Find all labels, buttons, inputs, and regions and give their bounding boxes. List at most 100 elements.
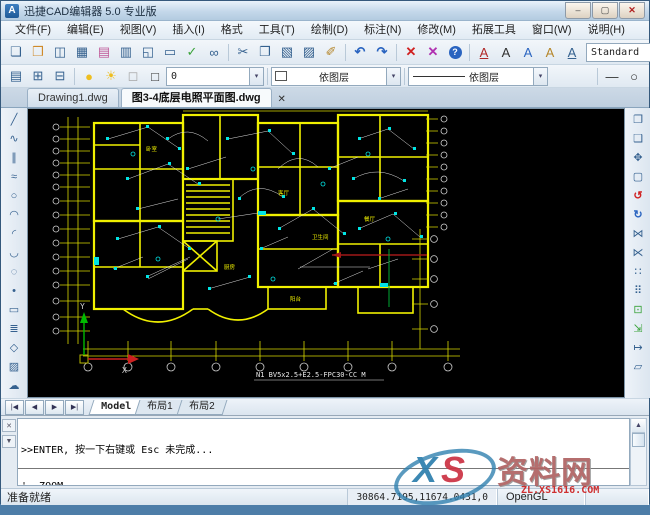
mtext-edit-button[interactable]: A [495, 42, 517, 63]
plot-button[interactable]: ▥ [115, 42, 137, 63]
text-style-button[interactable]: A [473, 42, 495, 63]
cut-button[interactable]: ✂ [232, 42, 254, 63]
tab-layout2[interactable]: 布局2 [176, 400, 226, 415]
revision-cloud-button[interactable]: ☁ [3, 376, 25, 395]
mtext-button[interactable]: ≣ [3, 319, 25, 338]
copy-object-button[interactable]: ❐ [627, 110, 649, 129]
menu-view[interactable]: 视图(V) [112, 21, 165, 39]
layer-properties-button[interactable]: ▤ [5, 66, 27, 87]
tab-drawing1[interactable]: Drawing1.dwg [27, 88, 119, 107]
polyline-button[interactable]: ∿ [3, 129, 25, 148]
rectangle-button[interactable]: ▭ [3, 300, 25, 319]
stretch-button[interactable]: ⇲ [627, 319, 649, 338]
maximize-button[interactable]: ▢ [592, 2, 618, 19]
mirror-button[interactable]: ⋈ [627, 224, 649, 243]
menu-dimension[interactable]: 标注(N) [356, 21, 409, 39]
text-edit-button[interactable]: A [539, 42, 561, 63]
arc-button[interactable]: ◠ [3, 205, 25, 224]
text-align-button[interactable]: A [517, 42, 539, 63]
arc-3pt-button[interactable]: ◜ [3, 224, 25, 243]
format-painter-button[interactable]: ✐ [320, 42, 342, 63]
extend-button[interactable]: ↦ [627, 338, 649, 357]
line-button[interactable]: ╱ [3, 110, 25, 129]
layer-previous-button[interactable]: ⊟ [49, 66, 71, 87]
command-scrollbar[interactable]: ▲ [630, 418, 647, 486]
menu-tools[interactable]: 工具(T) [251, 21, 303, 39]
layer-on-button[interactable]: ● [78, 66, 100, 87]
tab-floorplan[interactable]: 图3-4底层电照平面图.dwg [121, 88, 272, 107]
copy-button[interactable]: ❐ [254, 42, 276, 63]
layer-combo[interactable]: 0 ▾ [166, 67, 264, 86]
sketch-button[interactable]: ≈ [3, 167, 25, 186]
menu-window[interactable]: 窗口(W) [524, 21, 580, 39]
circle-button[interactable]: ○ [3, 186, 25, 205]
circle-tool-button[interactable]: ○ [623, 66, 645, 87]
cad-canvas[interactable]: 卧室 客厅 厨房 卫生间 阳台 餐厅 [27, 108, 625, 398]
scroll-up-icon[interactable]: ▲ [632, 419, 645, 433]
array-polar-button[interactable]: ⠿ [627, 281, 649, 300]
arc-cse-button[interactable]: ◡ [3, 243, 25, 262]
save-button[interactable]: ◫ [49, 42, 71, 63]
tab-close-icon[interactable]: ✕ [276, 94, 288, 105]
purge-button[interactable]: ✕ [422, 42, 444, 63]
command-collapse-button[interactable]: ▼ [2, 435, 16, 448]
layer-properties-icon: ▤ [10, 68, 22, 84]
text-style-combo[interactable]: Standard [586, 43, 650, 62]
mirror-h-button[interactable]: ⋉ [627, 243, 649, 262]
spell-check-button[interactable]: ✓ [181, 42, 203, 63]
color-combo[interactable]: 依图层 ▾ [271, 67, 401, 86]
open-file-button[interactable]: ❒ [27, 42, 49, 63]
prev-layout-button[interactable]: ◀ [25, 400, 44, 415]
layer-color-button[interactable]: □ [144, 66, 166, 87]
print-preview-button[interactable]: ◱ [137, 42, 159, 63]
find-button[interactable]: ∞ [203, 42, 225, 63]
close-button[interactable]: ✕ [619, 2, 645, 19]
redo-button[interactable]: ↷ [371, 42, 393, 63]
paste-button[interactable]: ▧ [276, 42, 298, 63]
scroll-thumb[interactable] [632, 433, 645, 447]
command-history[interactable]: >>ENTER, 按一下右键或 Esc 未完成... '_.ZOOM Zoom:… [17, 418, 630, 486]
help-button[interactable]: ? [444, 42, 466, 63]
minimize-button[interactable]: – [565, 2, 591, 19]
page-setup-button[interactable]: ▭ [159, 42, 181, 63]
next-layout-button[interactable]: ▶ [45, 400, 64, 415]
rotate-button[interactable]: ↺ [627, 186, 649, 205]
new-file-button[interactable]: ❏ [5, 42, 27, 63]
move-button[interactable]: ✥ [627, 148, 649, 167]
hatch-button[interactable]: ▨ [3, 357, 25, 376]
menu-modify[interactable]: 修改(M) [409, 21, 464, 39]
menu-help[interactable]: 说明(H) [580, 21, 633, 39]
select-button[interactable]: ▢ [627, 167, 649, 186]
layer-states-button[interactable]: ⊞ [27, 66, 49, 87]
last-layout-button[interactable]: ▶| [65, 400, 84, 415]
menu-format[interactable]: 格式 [213, 21, 251, 39]
paste-special-button[interactable]: ▨ [298, 42, 320, 63]
text-scale-button[interactable]: A [561, 42, 583, 63]
linetype-combo[interactable]: 依图层 ▾ [408, 67, 548, 86]
point-button[interactable]: • [3, 281, 25, 300]
first-layout-button[interactable]: |◀ [5, 400, 24, 415]
menu-insert[interactable]: 插入(I) [164, 21, 212, 39]
array-rect-button[interactable]: ∷ [627, 262, 649, 281]
layer-freeze-button[interactable]: ☀ [100, 66, 122, 87]
undo-button[interactable]: ↶ [349, 42, 371, 63]
line-tool-button[interactable]: — [601, 66, 623, 87]
menu-express[interactable]: 拓展工具 [464, 21, 524, 39]
polygon-button[interactable]: ◇ [3, 338, 25, 357]
command-close-button[interactable]: ✕ [2, 419, 16, 432]
box-3d-button[interactable]: ▱ [627, 357, 649, 376]
copy-nested-button[interactable]: ❑ [627, 129, 649, 148]
menu-draw[interactable]: 绘制(D) [303, 21, 356, 39]
erase-button[interactable]: ✕ [400, 42, 422, 63]
layer-lock-button[interactable]: ◻ [122, 66, 144, 87]
save-all-button[interactable]: ▦ [71, 42, 93, 63]
ellipse-button[interactable]: ◌ [3, 262, 25, 281]
menu-edit[interactable]: 编辑(E) [59, 21, 112, 39]
toolbar-separator [597, 68, 598, 85]
rotate-ref-button[interactable]: ↻ [627, 205, 649, 224]
menu-file[interactable]: 文件(F) [7, 21, 59, 39]
scale-button[interactable]: ⊡ [627, 300, 649, 319]
xline-button[interactable]: ∥ [3, 148, 25, 167]
print-button[interactable]: ▤ [93, 42, 115, 63]
command-input[interactable] [18, 468, 629, 485]
